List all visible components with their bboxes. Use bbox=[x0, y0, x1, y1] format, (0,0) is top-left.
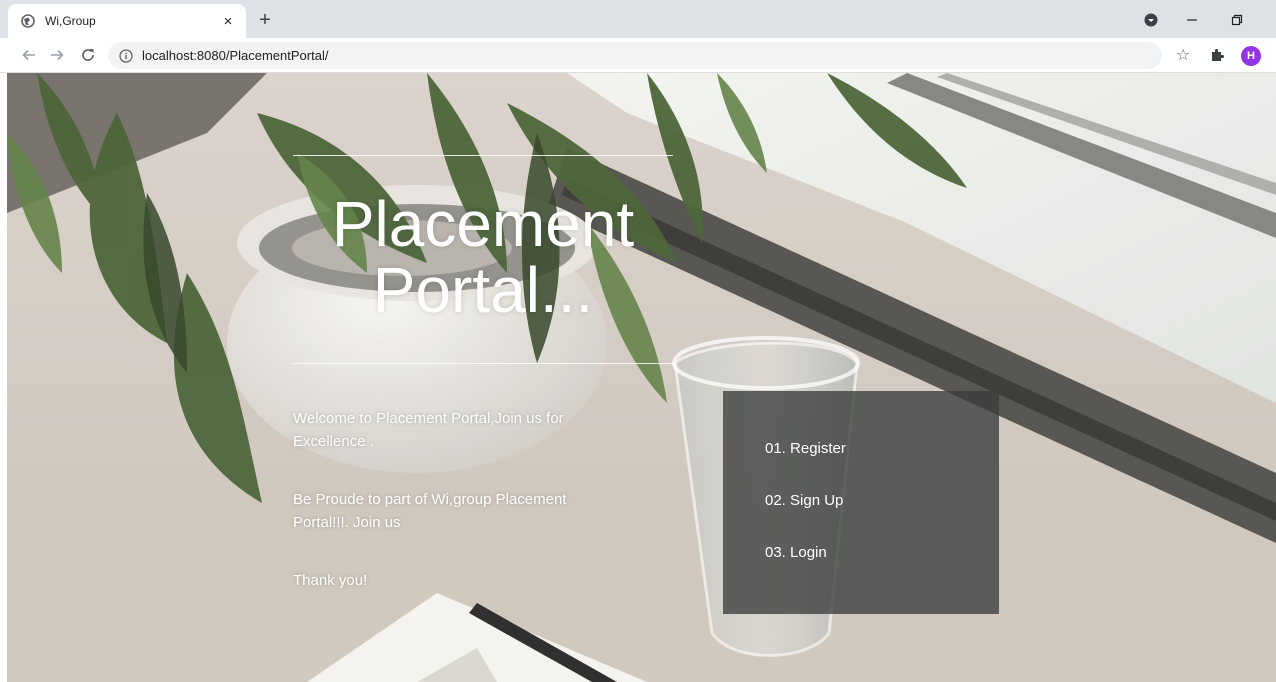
hero-divider-top bbox=[293, 155, 673, 156]
login-link[interactable]: 03. Login bbox=[765, 544, 999, 562]
page-title-line2: Portal... bbox=[372, 254, 594, 326]
tab-title: Wi,Group bbox=[45, 14, 96, 28]
tab-strip: Wi,Group × + bbox=[0, 0, 1276, 38]
sign-up-link[interactable]: 02. Sign Up bbox=[765, 492, 999, 510]
restore-icon[interactable] bbox=[1226, 9, 1248, 31]
avatar[interactable]: H bbox=[1241, 46, 1261, 66]
close-tab-icon[interactable]: × bbox=[220, 13, 236, 30]
arrow-left-icon[interactable] bbox=[18, 44, 40, 66]
thank-you-paragraph: Thank you! bbox=[293, 572, 368, 589]
chrome-menu-icon[interactable] bbox=[1140, 9, 1162, 31]
welcome-paragraph: Welcome to Placement Portal,Join us for … bbox=[293, 410, 564, 450]
action-menu-panel: 01. Register 02. Sign Up 03. Login bbox=[723, 391, 999, 614]
arrow-right-icon[interactable] bbox=[46, 44, 68, 66]
minimize-icon[interactable] bbox=[1181, 9, 1203, 31]
globe-icon bbox=[20, 13, 36, 29]
background-photo bbox=[7, 73, 1276, 682]
browser-tab[interactable]: Wi,Group × bbox=[8, 4, 246, 38]
browser-toolbar: localhost:8080/PlacementPortal/ ☆ H bbox=[0, 38, 1276, 73]
new-tab-button[interactable]: + bbox=[254, 9, 276, 31]
hero-divider-bottom bbox=[293, 363, 673, 364]
page-title-line1: Placement bbox=[331, 188, 635, 260]
proud-paragraph: Be Proude to part of Wi,group Placement … bbox=[293, 491, 567, 531]
page-title: Placement Portal... bbox=[293, 191, 673, 323]
page-viewport: Placement Portal... Welcome to Placement… bbox=[7, 73, 1276, 682]
address-bar[interactable]: localhost:8080/PlacementPortal/ bbox=[108, 42, 1162, 69]
info-icon[interactable] bbox=[118, 48, 134, 64]
register-link[interactable]: 01. Register bbox=[765, 440, 999, 458]
intro-text: Welcome to Placement Portal,Join us for … bbox=[293, 407, 613, 592]
url-text: localhost:8080/PlacementPortal/ bbox=[142, 48, 329, 63]
star-icon[interactable]: ☆ bbox=[1172, 44, 1194, 66]
reload-icon[interactable] bbox=[77, 44, 99, 66]
puzzle-icon[interactable] bbox=[1206, 44, 1228, 66]
